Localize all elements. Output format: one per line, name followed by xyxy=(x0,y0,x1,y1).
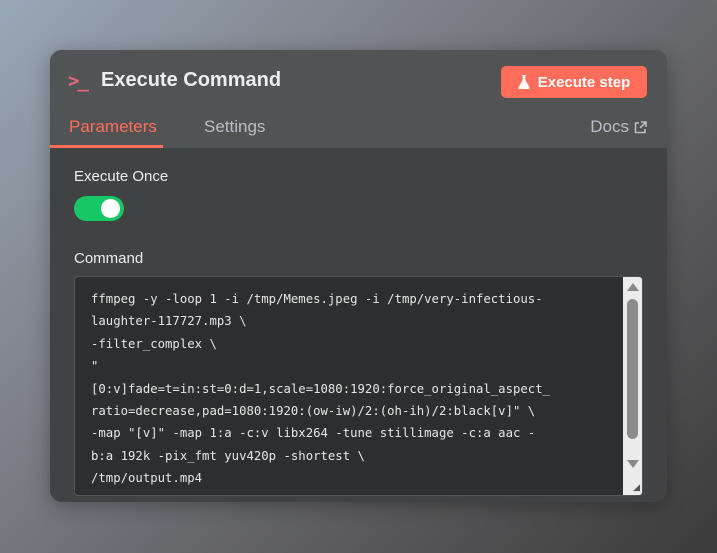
execute-once-toggle[interactable] xyxy=(74,196,124,221)
docs-link[interactable]: Docs xyxy=(590,117,647,137)
flask-icon xyxy=(517,75,530,89)
panel-header: >_ Execute Command Execute step Paramete… xyxy=(50,50,667,148)
active-tab-indicator xyxy=(50,145,163,148)
scrollbar-thumb[interactable] xyxy=(627,299,638,439)
toggle-knob xyxy=(101,199,120,218)
execute-command-panel: >_ Execute Command Execute step Paramete… xyxy=(50,50,667,502)
scroll-up-arrow-icon[interactable] xyxy=(627,283,639,291)
panel-title: Execute Command xyxy=(101,69,282,91)
docs-label: Docs xyxy=(590,117,629,136)
command-text: ffmpeg -y -loop 1 -i /tmp/Memes.jpeg -i … xyxy=(91,288,621,490)
scrollbar[interactable] xyxy=(623,277,642,495)
command-label: Command xyxy=(74,250,144,267)
execute-once-label: Execute Once xyxy=(74,168,169,185)
code-line: b:a 192k -pix_fmt yuv420p -shortest \ xyxy=(91,448,365,463)
terminal-icon: >_ xyxy=(68,70,89,92)
code-line: [0:v]fade=t=in:st=0:d=1,scale=1080:1920:… xyxy=(91,381,551,396)
code-line: -filter_complex \ xyxy=(91,336,217,351)
code-line: ratio=decrease,pad=1080:1920:(ow-iw)/2:(… xyxy=(91,403,536,418)
execute-step-label: Execute step xyxy=(537,73,631,91)
external-link-icon xyxy=(634,120,647,133)
code-line: laughter-117727.mp3 \ xyxy=(91,314,247,329)
scroll-down-arrow-icon[interactable] xyxy=(627,460,639,468)
code-line: " xyxy=(91,359,99,374)
resize-handle-icon[interactable]: ◢ xyxy=(633,482,640,493)
code-line: -map "[v]" -map 1:a -c:v libx264 -tune s… xyxy=(91,426,536,441)
command-textarea[interactable]: ffmpeg -y -loop 1 -i /tmp/Memes.jpeg -i … xyxy=(74,276,643,496)
execute-step-button[interactable]: Execute step xyxy=(501,66,647,98)
tab-settings[interactable]: Settings xyxy=(204,117,265,137)
code-line: /tmp/output.mp4 xyxy=(91,471,203,486)
code-line: ffmpeg -y -loop 1 -i /tmp/Memes.jpeg -i … xyxy=(91,292,543,306)
tab-parameters[interactable]: Parameters xyxy=(69,117,157,137)
